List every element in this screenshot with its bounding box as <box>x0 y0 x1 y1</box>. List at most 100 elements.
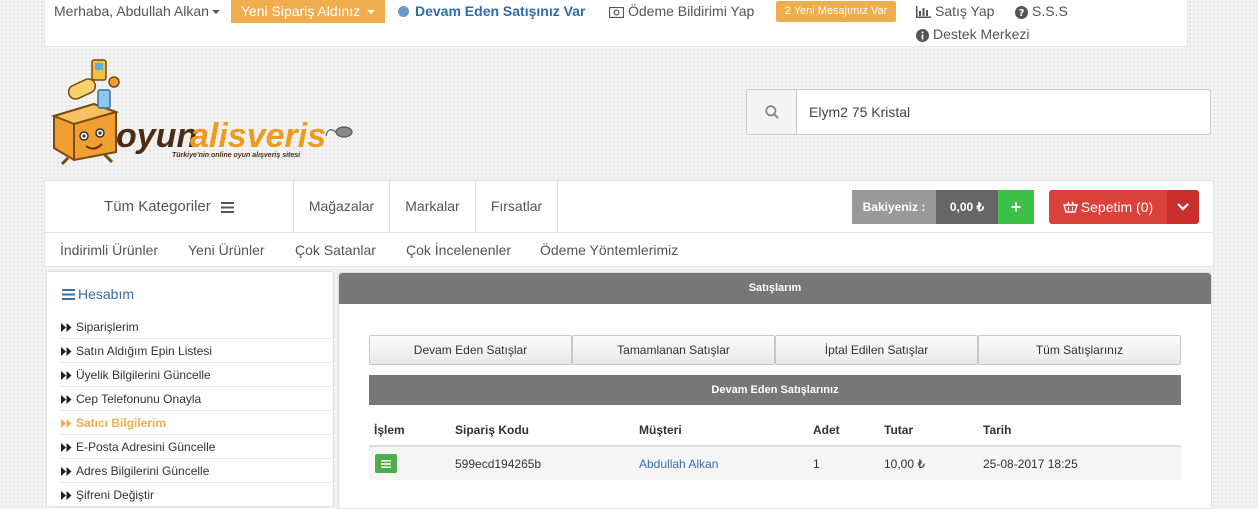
sidebar-item-label: Satın Aldığım Epin Listesi <box>76 344 213 358</box>
cell-customer-link[interactable]: Abdullah Alkan <box>639 457 718 471</box>
all-categories-button[interactable]: Tüm Kategoriler <box>45 181 294 232</box>
chevron-down-icon <box>1177 203 1189 211</box>
sidebar-item-epin-list[interactable]: Satın Aldığım Epin Listesi <box>61 339 331 363</box>
tab-ongoing-sales[interactable]: Devam Eden Satışlar <box>369 335 572 365</box>
column-header-date: Tarih <box>983 423 1012 437</box>
sidebar-item-label: Siparişlerim <box>76 320 139 334</box>
logo-tagline: Türkiye'nin online oyun alışveriş sitesi <box>172 152 301 159</box>
nav-best-sellers[interactable]: Çok Satanlar <box>295 233 376 268</box>
question-icon: ? <box>1015 5 1028 19</box>
sidebar-item-label: Üyelik Bilgilerini Güncelle <box>76 368 211 382</box>
logo-text-part1: oyun <box>116 117 197 155</box>
search-icon <box>764 105 779 119</box>
nav-row-secondary: İndirimli Ürünler Yeni Ürünler Çok Satan… <box>45 233 1213 268</box>
cart-dropdown-button[interactable] <box>1167 190 1199 224</box>
list-icon <box>381 459 391 468</box>
fast-forward-icon <box>61 371 72 381</box>
fast-forward-icon <box>61 443 72 453</box>
sidebar-item-label: Cep Telefonunu Onayla <box>76 392 202 406</box>
nav-discounted[interactable]: İndirimli Ürünler <box>60 233 158 268</box>
hamburger-icon <box>220 201 234 213</box>
account-title-label: Hesabım <box>78 286 135 302</box>
nav-row-primary: Tüm Kategoriler Mağazalar Markalar Fırsa… <box>45 181 1213 233</box>
sales-panel: Satışlarım Devam Eden Satışlar Tamamlana… <box>338 272 1212 509</box>
ongoing-sale-link[interactable]: Devam Eden Satışınız Var <box>398 0 585 22</box>
section-title: Devam Eden Satışlarınız <box>369 375 1181 405</box>
fast-forward-icon <box>61 347 72 357</box>
sell-label: Satış Yap <box>935 3 995 19</box>
cell-date: 25-08-2017 18:25 <box>983 457 1078 471</box>
messages-badge[interactable]: 2 Yeni Mesajımız Var <box>776 1 896 22</box>
site-logo[interactable]: oyun alisveris Türkiye'nin online oyun a… <box>44 56 364 166</box>
cart-button[interactable]: Sepetim (0) <box>1049 190 1167 224</box>
cell-order-code: 599ecd194265b <box>455 457 542 471</box>
search-input[interactable] <box>797 90 1209 134</box>
tab-cancelled-sales[interactable]: İptal Edilen Satışlar <box>775 335 978 365</box>
balance-label: Bakiyeniz : <box>852 190 936 224</box>
hamburger-icon <box>62 289 75 300</box>
cell-qty: 1 <box>813 457 820 471</box>
sell-link[interactable]: Satış Yap <box>916 0 994 22</box>
fast-forward-icon <box>61 419 72 429</box>
cell-amount: 10,00 ₺ <box>884 457 925 471</box>
basket-icon <box>1062 201 1078 213</box>
cart-label: Sepetim (0) <box>1080 199 1154 215</box>
fast-forward-icon <box>61 491 72 501</box>
sidebar-item-phone-verify[interactable]: Cep Telefonunu Onayla <box>61 387 331 411</box>
nav-deals[interactable]: Fırsatlar <box>476 181 558 232</box>
sidebar-item-address[interactable]: Adres Bilgilerini Güncelle <box>61 459 331 483</box>
sidebar-item-profile[interactable]: Üyelik Bilgilerini Güncelle <box>61 363 331 387</box>
panel-title: Satışlarım <box>339 273 1211 304</box>
main-nav: Tüm Kategoriler Mağazalar Markalar Fırsa… <box>44 180 1214 267</box>
chevron-down-icon <box>367 10 376 15</box>
info-icon <box>916 28 929 42</box>
nav-payment-methods[interactable]: Ödeme Yöntemlerimiz <box>540 233 678 268</box>
fast-forward-icon <box>61 323 72 333</box>
tab-completed-sales[interactable]: Tamamlanan Satışlar <box>572 335 775 365</box>
faq-label: S.S.S <box>1032 3 1068 19</box>
column-header-action: İşlem <box>374 423 405 437</box>
nav-brands[interactable]: Markalar <box>390 181 476 232</box>
account-menu: Siparişlerim Satın Aldığım Epin Listesi … <box>47 315 333 507</box>
account-sidebar: Hesabım Siparişlerim Satın Aldığım Epin … <box>46 271 334 507</box>
new-order-label: Yeni Sipariş Aldınız <box>240 3 361 19</box>
column-header-amount: Tutar <box>884 423 914 437</box>
payment-notice-label: Ödeme Bildirimi Yap <box>628 3 755 19</box>
sidebar-item-orders[interactable]: Siparişlerim <box>61 315 331 339</box>
logo-text-part2: alisveris <box>190 117 326 155</box>
logo-mascot-icon: oyun alisveris Türkiye'nin online oyun a… <box>50 59 353 166</box>
fast-forward-icon <box>61 395 72 405</box>
search-button[interactable] <box>747 90 797 134</box>
support-link[interactable]: Destek Merkezi <box>916 23 1029 45</box>
column-header-order-code: Sipariş Kodu <box>455 423 530 437</box>
sidebar-item-seller-info[interactable]: Satıcı Bilgilerim <box>61 411 331 435</box>
sidebar-item-password[interactable]: Şifreni Değiştir <box>61 483 331 507</box>
all-categories-label: Tüm Kategoriler <box>104 198 211 215</box>
new-order-button[interactable]: Yeni Sipariş Aldınız <box>231 0 385 23</box>
column-header-qty: Adet <box>813 423 840 437</box>
nav-stores[interactable]: Mağazalar <box>294 181 390 232</box>
balance-value: 0,00 ₺ <box>936 190 998 224</box>
sidebar-item-label: Satıcı Bilgilerim <box>76 416 167 430</box>
svg-text:?: ? <box>1019 8 1025 19</box>
tab-all-sales[interactable]: Tüm Satışlarınız <box>978 335 1181 365</box>
faq-link[interactable]: ? S.S.S <box>1015 0 1068 22</box>
user-menu[interactable]: Merhaba, Abdullah Alkan <box>54 0 220 22</box>
account-title[interactable]: Hesabım <box>62 284 134 304</box>
nav-most-reviewed[interactable]: Çok İncelenenler <box>406 233 511 268</box>
fast-forward-icon <box>61 467 72 477</box>
search-box <box>746 89 1211 135</box>
sidebar-item-email[interactable]: E-Posta Adresini Güncelle <box>61 435 331 459</box>
greeting-label: Merhaba, Abdullah Alkan <box>54 3 209 19</box>
add-balance-button[interactable]: + <box>998 190 1034 224</box>
circle-icon <box>398 6 409 17</box>
row-action-button[interactable] <box>375 454 397 473</box>
column-header-customer: Müşteri <box>639 423 682 437</box>
nav-new-products[interactable]: Yeni Ürünler <box>188 233 265 268</box>
chevron-down-icon <box>211 10 220 15</box>
sidebar-item-label: E-Posta Adresini Güncelle <box>76 440 216 454</box>
bar-chart-icon <box>916 6 931 19</box>
sidebar-item-label: Adres Bilgilerini Güncelle <box>76 464 210 478</box>
payment-notice-link[interactable]: Ödeme Bildirimi Yap <box>609 0 754 22</box>
ongoing-sale-label: Devam Eden Satışınız Var <box>415 3 586 19</box>
